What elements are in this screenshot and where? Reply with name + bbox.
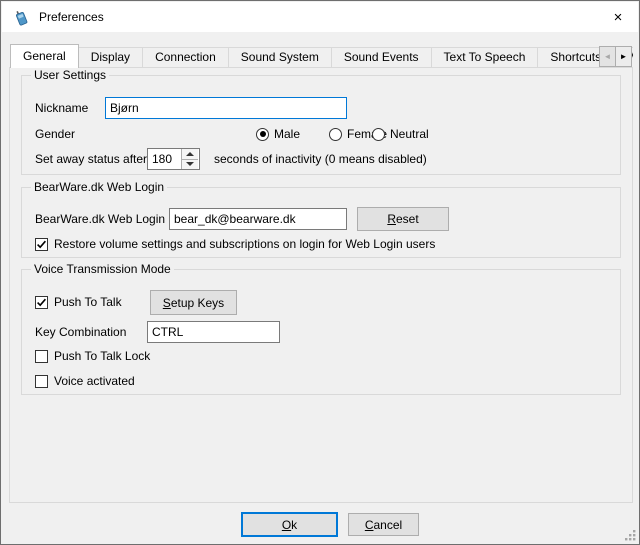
away-status-label-after: seconds of inactivity (0 means disabled) [214,148,427,170]
teamtalk-app-icon [13,9,30,26]
checkbox-icon [35,238,48,251]
voice-transmission-group: Voice Transmission Mode Push To Talk Set… [21,269,621,395]
tab-bar: General Display Connection Sound System … [10,43,633,68]
cancel-button[interactable]: Cancel [348,513,419,536]
button-label: S [163,296,171,310]
push-to-talk-lock-checkbox[interactable]: Push To Talk Lock [35,345,150,367]
user-settings-group: User Settings Nickname Gender Male Femal… [21,75,621,175]
away-seconds-spinbox [147,148,200,170]
spin-up-button[interactable] [182,149,198,160]
spin-arrows [181,149,198,169]
gender-radio-neutral[interactable]: Neutral [372,123,429,145]
button-label: O [282,518,291,532]
push-to-talk-checkbox[interactable]: Push To Talk [35,291,122,313]
checkbox-label: Restore volume settings and subscription… [54,237,435,251]
away-seconds-input[interactable] [148,149,181,169]
preferences-dialog: Preferences × General Display Connection… [0,0,640,545]
tab-scroll-left-button[interactable]: ◄ [599,46,616,67]
reset-button[interactable]: Reset [357,207,449,231]
group-title: Voice Transmission Mode [31,262,174,276]
spin-down-button[interactable] [182,160,198,170]
setup-keys-button[interactable]: Setup Keys [150,290,237,315]
tab-display[interactable]: Display [78,47,143,68]
up-arrow-icon [186,152,194,156]
web-login-id-label: BearWare.dk Web Login ID [35,208,180,230]
down-arrow-icon [186,162,194,166]
button-label: ancel [373,518,402,532]
key-combination-label: Key Combination [35,321,126,343]
title-bar: Preferences × [2,2,638,32]
button-label: R [387,212,396,226]
web-login-id-input[interactable] [169,208,347,230]
radio-icon [329,128,342,141]
web-login-group: BearWare.dk Web Login BearWare.dk Web Lo… [21,187,621,258]
button-label: k [291,518,297,532]
restore-volume-checkbox[interactable]: Restore volume settings and subscription… [35,233,435,255]
checkbox-icon [35,296,48,309]
button-label: eset [396,212,419,226]
button-label: etup Keys [171,296,224,310]
away-status-label-before: Set away status after [35,148,147,170]
group-title: User Settings [31,68,109,82]
check-icon [36,297,47,308]
checkbox-label: Push To Talk Lock [54,349,150,363]
voice-activated-checkbox[interactable]: Voice activated [35,370,135,392]
tab-sound-events[interactable]: Sound Events [331,47,432,68]
radio-icon [372,128,385,141]
radio-icon [256,128,269,141]
checkbox-label: Voice activated [54,374,135,388]
ok-button[interactable]: Ok [241,512,338,537]
checkbox-icon [35,375,48,388]
key-combination-input[interactable] [147,321,280,343]
gender-radio-male[interactable]: Male [256,123,300,145]
group-title: BearWare.dk Web Login [31,180,167,194]
window-title: Preferences [39,10,104,24]
left-arrow-icon: ◄ [604,52,612,61]
radio-label: Male [274,127,300,141]
checkbox-label: Push To Talk [54,295,122,309]
close-icon: × [614,9,623,26]
tab-connection[interactable]: Connection [142,47,229,68]
checkbox-icon [35,350,48,363]
gender-label: Gender [35,123,75,145]
tab-sound-system[interactable]: Sound System [228,47,332,68]
nickname-input[interactable] [105,97,347,119]
nickname-label: Nickname [35,97,88,119]
resize-grip[interactable] [623,528,636,541]
check-icon [36,239,47,250]
tab-scroll-buttons: ◄ ► [600,46,632,67]
tab-general[interactable]: General [10,44,79,68]
tab-scroll-right-button[interactable]: ► [615,46,632,67]
close-button[interactable]: × [598,2,638,32]
right-arrow-icon: ► [620,52,628,61]
radio-label: Neutral [390,127,429,141]
tab-text-to-speech[interactable]: Text To Speech [431,47,539,68]
